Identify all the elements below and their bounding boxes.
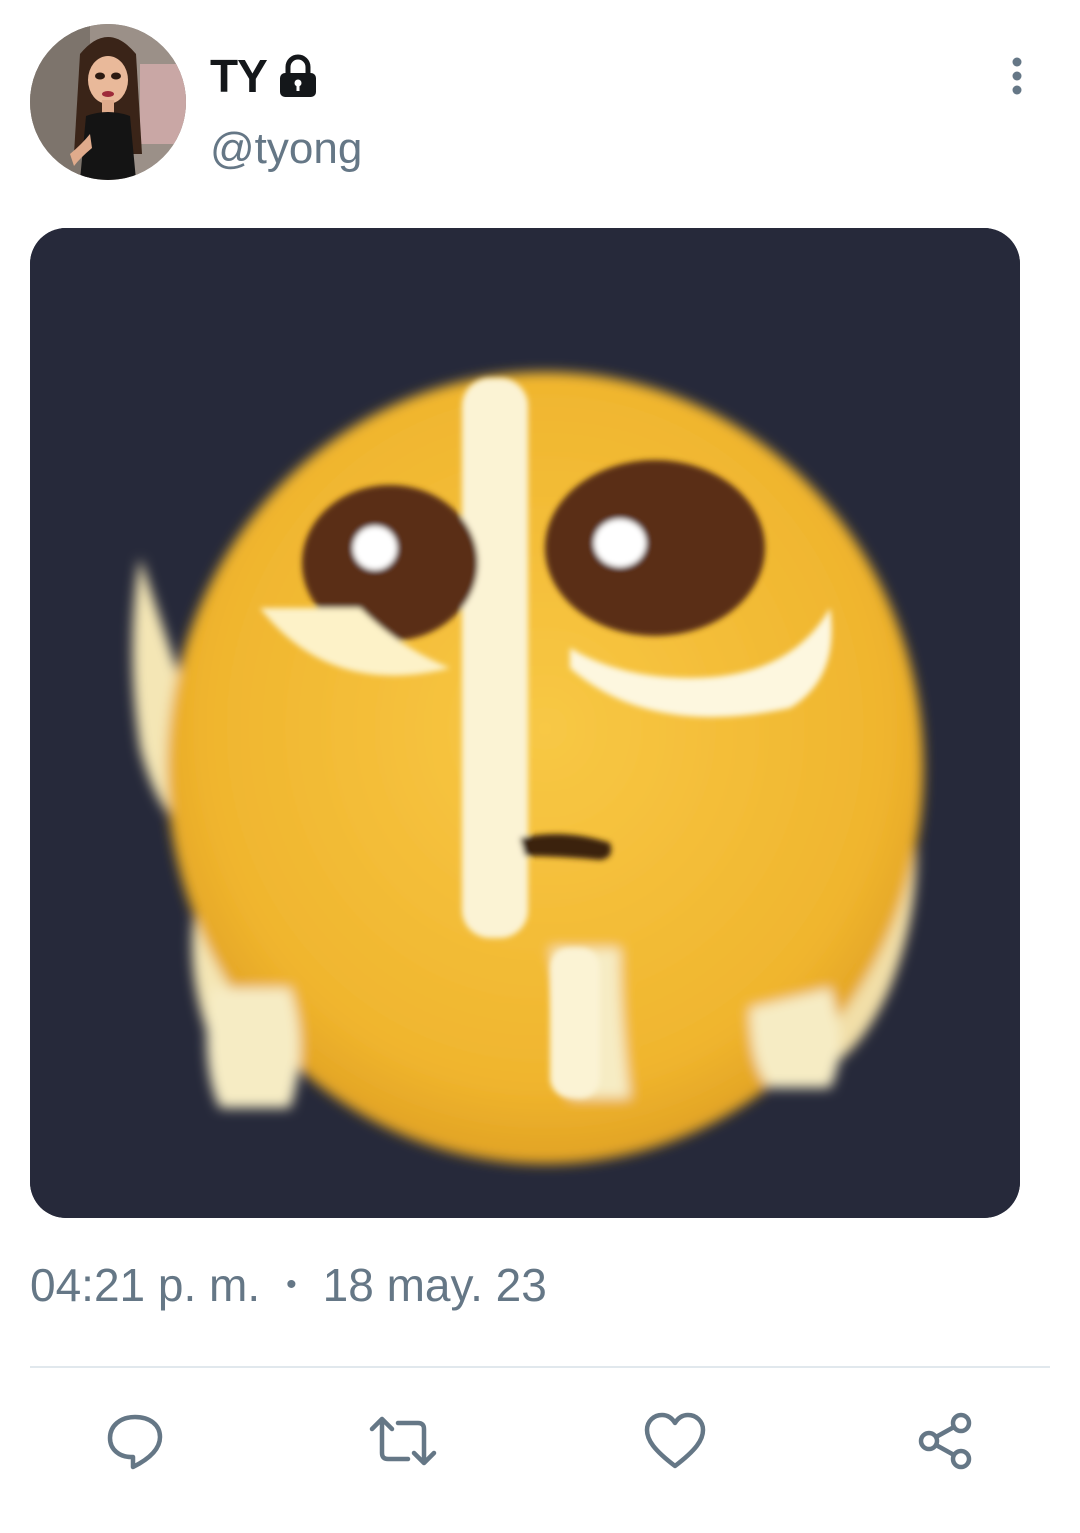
pleading-face-emoji <box>30 228 1020 1218</box>
share-icon <box>918 1412 972 1470</box>
display-name: TY <box>210 50 268 102</box>
tweet-media-image[interactable] <box>30 228 1020 1218</box>
tweet-time: 04:21 p. m. <box>30 1259 261 1311</box>
tweet-date: 18 may. 23 <box>322 1259 547 1311</box>
lock-icon <box>273 51 323 101</box>
meta-separator: • <box>286 1268 297 1301</box>
author-name-row[interactable]: TY <box>210 46 323 106</box>
tweet-action-bar <box>0 1406 1080 1476</box>
reply-button[interactable] <box>100 1406 170 1476</box>
more-vertical-icon <box>1012 57 1022 95</box>
like-button[interactable] <box>640 1406 710 1476</box>
share-button[interactable] <box>910 1406 980 1476</box>
retweet-button[interactable] <box>368 1406 438 1476</box>
more-options-button[interactable] <box>996 52 1038 100</box>
divider <box>30 1366 1050 1368</box>
avatar[interactable] <box>30 24 186 180</box>
tweet-detail: TY @tyong 04:21 p. m. • 18 may. 23 <box>0 0 1080 1533</box>
reply-icon <box>107 1414 163 1470</box>
username-handle[interactable]: @tyong <box>210 124 362 174</box>
avatar-image <box>30 24 186 180</box>
retweet-icon <box>369 1416 437 1466</box>
tweet-timestamp[interactable]: 04:21 p. m. • 18 may. 23 <box>30 1258 547 1312</box>
like-icon <box>644 1412 706 1469</box>
